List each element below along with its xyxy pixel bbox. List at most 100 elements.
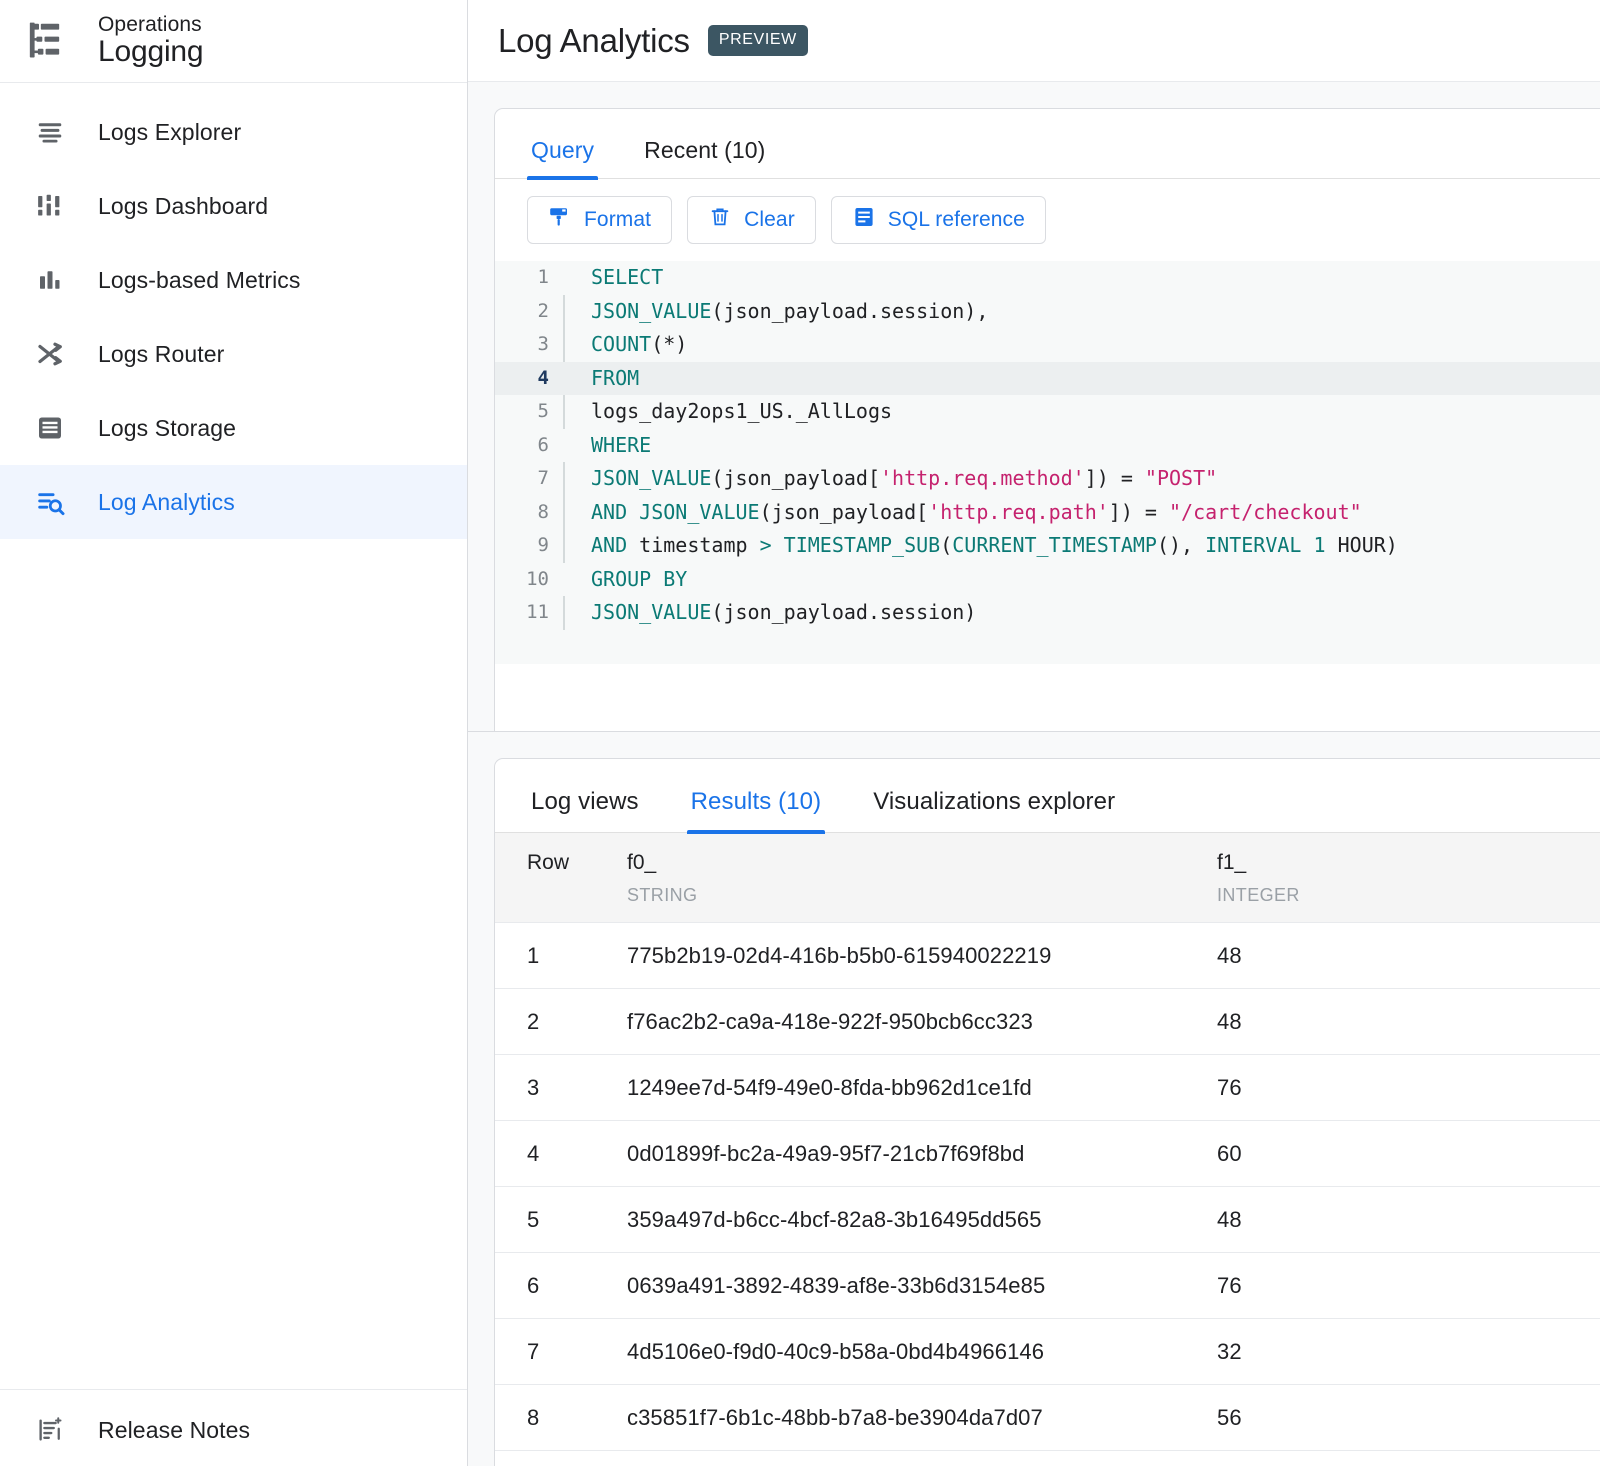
line-number: 5	[537, 400, 549, 422]
shuffle-icon	[24, 339, 76, 369]
cell-row-number: 4	[495, 1120, 627, 1187]
code-line[interactable]: 11 JSON_VALUE(json_payload.session)	[495, 596, 1600, 630]
cell-row-number: 9	[495, 1450, 627, 1466]
cell-f0: 0639a491-3892-4839-af8e-33b6d3154e85	[627, 1252, 1217, 1319]
sidebar-item-release-notes[interactable]: Release Notes	[0, 1394, 467, 1466]
results-table-head: Row f0_ STRING f1_ INTEGER	[495, 833, 1600, 923]
code-text: logs_day2ops1_US._AllLogs	[591, 399, 893, 423]
results-card: Log views Results (10) Visualizations ex…	[494, 758, 1600, 1466]
preview-badge: PREVIEW	[707, 25, 808, 56]
cell-f1: 48	[1217, 922, 1600, 989]
indent-guide	[563, 495, 565, 529]
table-row[interactable]: 7 4d5106e0-f9d0-40c9-b58a-0bd4b4966146 32	[495, 1318, 1600, 1385]
tab-query[interactable]: Query	[527, 137, 599, 180]
sidebar-item-logs-explorer[interactable]: Logs Explorer	[0, 95, 467, 169]
sidebar: Operations Logging Logs Explorer Logs Da…	[0, 0, 468, 1466]
indent-guide	[563, 529, 565, 563]
indent-guide	[563, 596, 565, 630]
dashboard-icon	[24, 191, 76, 221]
sidebar-item-log-analytics[interactable]: Log Analytics	[0, 465, 467, 539]
indent-guide	[563, 395, 565, 429]
column-type: INTEGER	[1217, 885, 1300, 905]
code-line[interactable]: 2 JSON_VALUE(json_payload.session),	[495, 294, 1600, 328]
trash-icon	[708, 205, 732, 235]
sidebar-item-label: Logs Router	[98, 340, 225, 367]
code-line[interactable]: 3 COUNT(*)	[495, 328, 1600, 362]
brand-superscript: Operations	[98, 13, 202, 37]
cell-f0: 0d01899f-bc2a-49a9-95f7-21cb7f69f8bd	[627, 1120, 1217, 1187]
cell-f1: 48	[1217, 988, 1600, 1055]
table-row[interactable]: 8 c35851f7-6b1c-48bb-b7a8-be3904da7d07 56	[495, 1384, 1600, 1451]
cell-f1: 56	[1217, 1384, 1600, 1451]
code-line[interactable]: 7 JSON_VALUE(json_payload['http.req.metho…	[495, 462, 1600, 496]
sql-reference-button-label: SQL reference	[887, 208, 1025, 231]
brand-title: Logging	[98, 35, 204, 69]
query-card: Query Recent (10) Format Clear SQL refer…	[494, 108, 1600, 731]
sidebar-footer: Release Notes	[0, 1389, 467, 1466]
bar-chart-icon	[24, 265, 76, 295]
code-line[interactable]: 6 WHERE	[495, 429, 1600, 463]
line-number: 11	[526, 601, 549, 623]
sidebar-item-logs-router[interactable]: Logs Router	[0, 317, 467, 391]
code-line[interactable]: 5 logs_day2ops1_US._AllLogs	[495, 395, 1600, 429]
format-brush-icon	[548, 205, 572, 235]
cell-row-number: 3	[495, 1054, 627, 1121]
code-line[interactable]: 9 AND timestamp > TIMESTAMP_SUB(CURRENT_T…	[495, 529, 1600, 563]
sidebar-item-label: Release Notes	[98, 1416, 251, 1443]
log-analytics-page: Operations Logging Logs Explorer Logs Da…	[0, 0, 1600, 1466]
line-number: 7	[537, 467, 549, 489]
table-row[interactable]: 6 0639a491-3892-4839-af8e-33b6d3154e85 76	[495, 1252, 1600, 1319]
tab-recent[interactable]: Recent (10)	[640, 137, 769, 178]
release-notes-icon	[24, 1415, 76, 1445]
table-row[interactable]: 4 0d01899f-bc2a-49a9-95f7-21cb7f69f8bd 60	[495, 1120, 1600, 1187]
line-number: 6	[537, 433, 549, 456]
format-button[interactable]: Format	[527, 196, 673, 244]
tab-log-views[interactable]: Log views	[527, 788, 643, 832]
cell-f1: 76	[1217, 1252, 1600, 1319]
cell-row-number: 6	[495, 1252, 627, 1319]
tab-visualizations-explorer[interactable]: Visualizations explorer	[869, 788, 1119, 832]
main-content: Log Analytics PREVIEW Query Recent (10)	[468, 0, 1600, 1466]
line-number: 8	[537, 500, 549, 523]
line-number: 2	[537, 299, 549, 322]
sidebar-item-label: Logs-based Metrics	[98, 266, 301, 293]
sidebar-item-label: Logs Explorer	[98, 118, 242, 145]
code-text: SELECT	[591, 265, 664, 289]
table-row[interactable]: 2 f76ac2b2-ca9a-418e-922f-950bcb6cc323 48	[495, 988, 1600, 1055]
cell-f0: 4d5106e0-f9d0-40c9-b58a-0bd4b4966146	[627, 1318, 1217, 1385]
code-text: JSON_VALUE(json_payload.session),	[591, 298, 989, 323]
results-tabs: Log views Results (10) Visualizations ex…	[495, 759, 1600, 834]
sidebar-item-label: Logs Dashboard	[98, 192, 269, 219]
cell-row-number: 1	[495, 922, 627, 989]
code-text: GROUP BY	[591, 566, 688, 591]
code-line[interactable]: 4 FROM	[495, 361, 1600, 395]
table-row[interactable]: 5 359a497d-b6cc-4bcf-82a8-3b16495dd565 48	[495, 1186, 1600, 1253]
sidebar-item-label: Logs Storage	[98, 414, 237, 441]
sidebar-item-label: Log Analytics	[98, 488, 235, 515]
column-header-f0: f0_ STRING	[627, 833, 1217, 923]
sql-reference-button[interactable]: SQL reference	[830, 196, 1046, 244]
results-panel: Log views Results (10) Visualizations ex…	[468, 731, 1600, 1466]
table-row[interactable]: 1 775b2b19-02d4-416b-b5b0-615940022219 48	[495, 922, 1600, 989]
sidebar-item-logs-storage[interactable]: Logs Storage	[0, 391, 467, 465]
sidebar-item-logs-dashboard[interactable]: Logs Dashboard	[0, 169, 467, 243]
clear-button[interactable]: Clear	[687, 196, 816, 244]
code-text: AND JSON_VALUE(json_payload['http.req.pa…	[591, 499, 1362, 524]
sidebar-item-logs-based-metrics[interactable]: Logs-based Metrics	[0, 243, 467, 317]
code-line[interactable]: 1 SELECT	[495, 261, 1600, 295]
cell-f1: 60	[1217, 1120, 1600, 1187]
column-name: Row	[527, 851, 570, 874]
cell-f1: 32	[1217, 1318, 1600, 1385]
table-row[interactable]: 9f0a67c3c-ec2d-4347-8f05-b3a7213da06636	[495, 1450, 1600, 1466]
sql-editor[interactable]: 1 SELECT 2 JSON_VALUE(json_payload.session)…	[495, 261, 1600, 664]
indent-guide	[563, 328, 565, 362]
code-line[interactable]: 10 GROUP BY	[495, 563, 1600, 597]
table-row[interactable]: 3 1249ee7d-54f9-49e0-8fda-bb962d1ce1fd 76	[495, 1054, 1600, 1121]
sidebar-nav: Logs Explorer Logs Dashboard Logs-based …	[0, 83, 467, 539]
results-table-body: 1 775b2b19-02d4-416b-b5b0-615940022219 48 2…	[495, 922, 1600, 1466]
operations-logging-logo-icon	[24, 19, 76, 63]
tab-results[interactable]: Results (10)	[686, 788, 826, 834]
code-line[interactable]: 8 AND JSON_VALUE(json_payload['http.req.p…	[495, 495, 1600, 529]
cell-f0: f76ac2b2-ca9a-418e-922f-950bcb6cc323	[627, 988, 1217, 1055]
cell-row-number: 2	[495, 988, 627, 1055]
